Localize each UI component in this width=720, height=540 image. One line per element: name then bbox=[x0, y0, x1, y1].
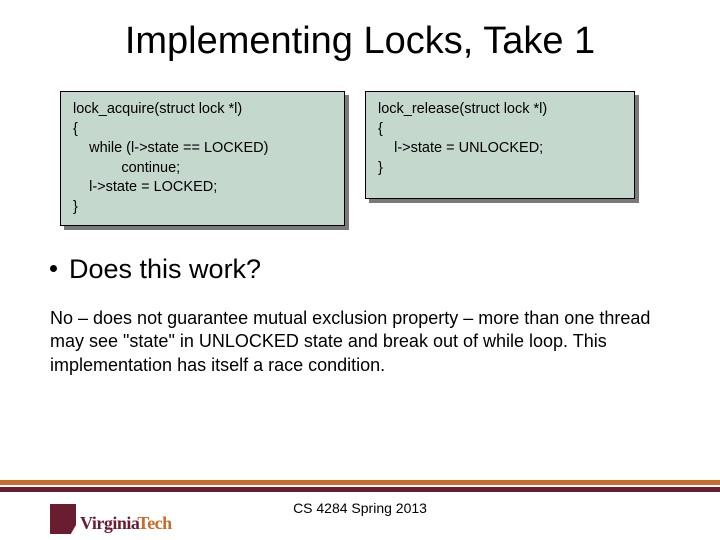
bullet-text: Does this work? bbox=[69, 254, 261, 284]
logo-tech: Tech bbox=[137, 513, 171, 533]
course-label: CS 4284 Spring 2013 bbox=[0, 500, 720, 516]
divider-maroon bbox=[0, 487, 720, 492]
divider-orange bbox=[0, 480, 720, 485]
code-acquire: lock_acquire(struct lock *l) { while (l-… bbox=[60, 91, 345, 226]
bullet-question: Does this work? bbox=[0, 226, 720, 285]
code-box-acquire: lock_acquire(struct lock *l) { while (l-… bbox=[60, 91, 345, 226]
bullet-icon bbox=[50, 265, 57, 272]
vt-logo-text: VirginiaTech bbox=[80, 513, 172, 534]
explanation-text: No – does not guarantee mutual exclusion… bbox=[0, 285, 720, 377]
code-area: lock_acquire(struct lock *l) { while (l-… bbox=[0, 63, 720, 226]
code-box-release: lock_release(struct lock *l) { l->state … bbox=[365, 91, 635, 226]
code-release: lock_release(struct lock *l) { l->state … bbox=[365, 91, 635, 199]
footer: VirginiaTech CS 4284 Spring 2013 bbox=[0, 470, 720, 540]
slide-title: Implementing Locks, Take 1 bbox=[0, 0, 720, 63]
logo-virginia: Virginia bbox=[80, 513, 139, 533]
